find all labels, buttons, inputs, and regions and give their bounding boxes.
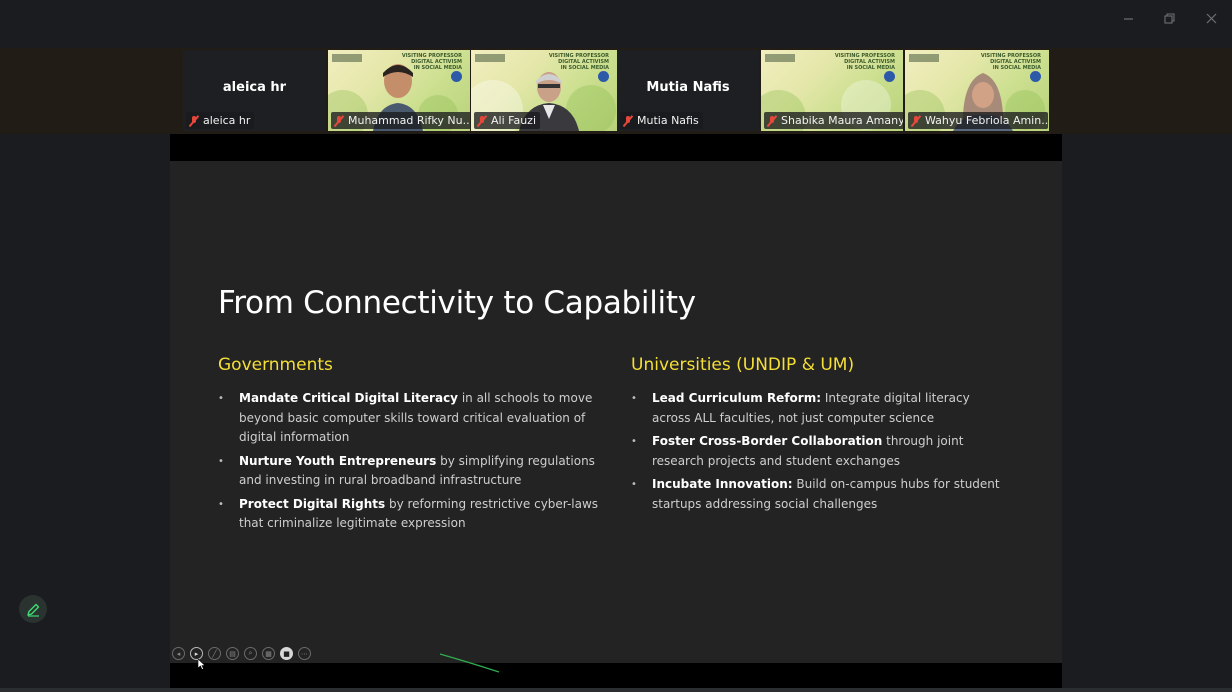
participant-name: Shabika Maura Amany [781,114,903,127]
university-logo [332,54,362,62]
highlighter-icon[interactable]: ▤ [226,647,239,660]
bullet-list: Lead Curriculum Reform: Integrate digita… [631,389,1011,514]
participant-name-tag: Shabika Maura Amany [764,112,903,129]
mic-muted-icon [623,115,633,127]
more-icon[interactable]: ⋯ [298,647,311,660]
participant-tile[interactable]: VISITING PROFESSOR DIGITAL ACTIVISM IN SOC… [905,50,1049,131]
bullet-list: Mandate Critical Digital Literacy in all… [218,389,608,534]
participant-name-tag: Ali Fauzi [474,112,540,129]
participant-tile[interactable]: aleica hr aleica hr [183,50,326,131]
mouse-cursor-icon [198,659,206,670]
conference-logo-icon [884,71,895,82]
participant-name: Ali Fauzi [491,114,536,127]
participant-tile[interactable]: Mutia Nafis Mutia Nafis [617,50,759,131]
presentation-slide: From Connectivity to Capability Governme… [170,161,1062,663]
university-logo [765,54,795,62]
bullet-item: Lead Curriculum Reform: Integrate digita… [631,389,1011,428]
participant-name-tag: Muhammad Rifky Nu... [331,112,470,129]
zoom-icon[interactable]: ⌕ [244,647,257,660]
annotate-button[interactable] [19,595,47,623]
participant-tile[interactable]: VISITING PROFESSOR DIGITAL ACTIVISM IN SOC… [761,50,903,131]
mic-muted-icon [334,115,344,127]
participant-name-tag: Mutia Nafis [620,112,703,129]
participant-display-name: aleica hr [222,80,287,95]
mic-muted-icon [767,115,777,127]
slides-grid-icon[interactable]: ▦ [262,647,275,660]
close-icon[interactable] [1200,8,1222,28]
pencil-icon [26,603,39,617]
prev-slide-icon[interactable]: ◂ [172,647,185,660]
university-logo [475,54,505,62]
pen-icon[interactable]: ╱ [208,647,221,660]
mic-muted-icon [911,115,921,127]
bullet-item: Nurture Youth Entrepreneurs by simplifyi… [218,452,608,491]
slideshow-toolbar: ◂ ▸ ╱ ▤ ⌕ ▦ ■ ⋯ [172,647,311,660]
participant-name: Mutia Nafis [637,114,699,127]
slide-column-governments: Governments Mandate Critical Digital Lit… [218,355,608,538]
restore-icon[interactable] [1158,8,1180,28]
participant-name: Muhammad Rifky Nu... [348,114,470,127]
mic-muted-icon [189,115,199,127]
participant-name: Wahyu Febriola Amin... [925,114,1048,127]
bullet-item: Foster Cross-Border Collaboration throug… [631,432,1011,471]
bullet-item: Protect Digital Rights by reforming rest… [218,495,608,534]
conference-logo-icon [598,71,609,82]
conference-logo-icon [451,71,462,82]
mic-muted-icon [477,115,487,127]
conference-logo-icon [1030,71,1041,82]
window-bottom-border [0,688,1232,692]
bullet-item: Incubate Innovation: Build on-campus hub… [631,475,1011,514]
university-logo [909,54,939,62]
video-banner: VISITING PROFESSOR DIGITAL ACTIVISM IN SOC… [834,53,895,71]
participant-name: aleica hr [203,114,251,127]
participant-name-tag: aleica hr [186,112,255,129]
participant-display-name: Mutia Nafis [646,80,730,95]
participant-tile-active-speaker[interactable]: VISITING PROFESSOR DIGITAL ACTIVISM IN SOC… [471,50,617,131]
column-heading: Universities (UNDIP & UM) [631,355,855,375]
annotation-stroke [439,653,500,673]
participant-tile[interactable]: VISITING PROFESSOR DIGITAL ACTIVISM IN SOC… [328,50,470,131]
participant-name-tag: Wahyu Febriola Amin... [908,112,1048,129]
camera-icon[interactable]: ■ [280,647,293,660]
column-heading: Governments [218,355,333,375]
window-titlebar [0,0,1232,48]
bullet-item: Mandate Critical Digital Literacy in all… [218,389,608,448]
minimize-icon[interactable] [1117,8,1139,28]
slide-title: From Connectivity to Capability [218,285,696,321]
slide-column-universities: Universities (UNDIP & UM) Lead Curriculu… [631,355,1011,518]
